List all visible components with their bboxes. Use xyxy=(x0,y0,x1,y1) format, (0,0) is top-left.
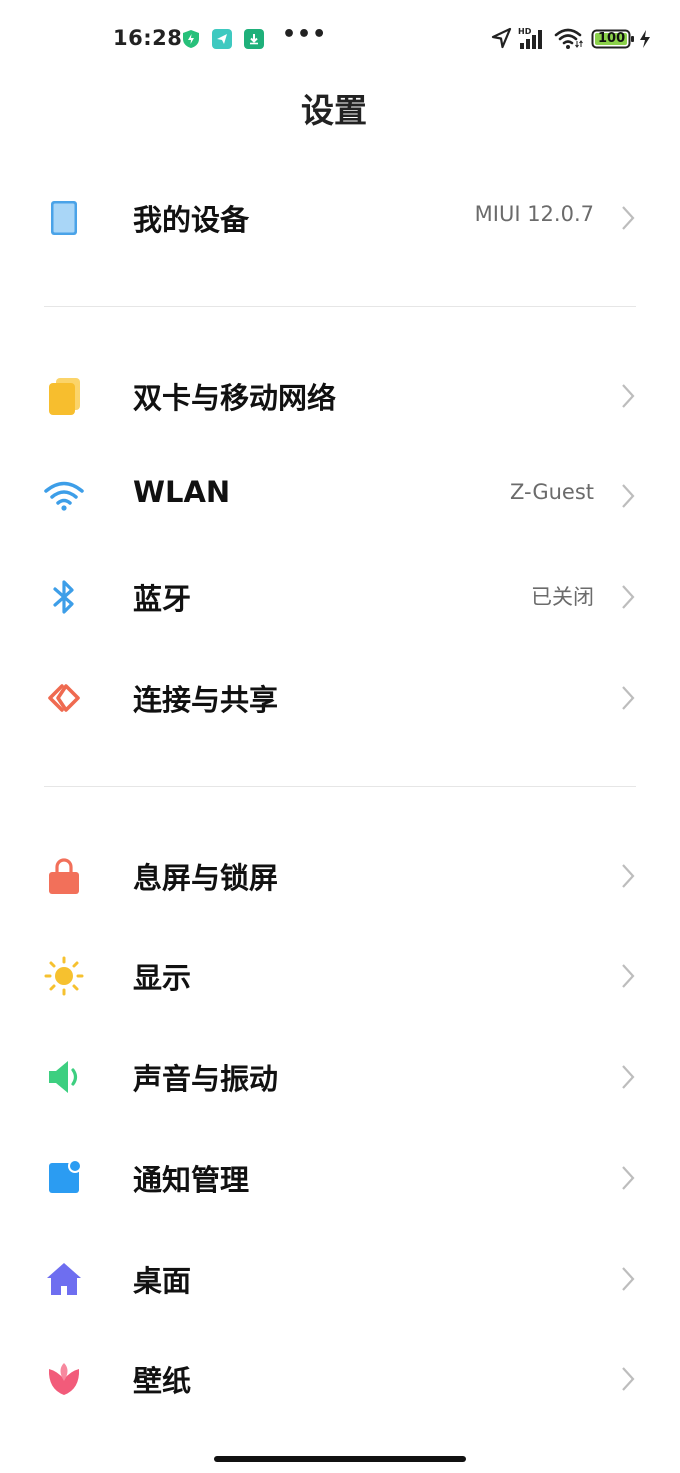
settings-item-lock-screen[interactable]: 息屏与锁屏 xyxy=(0,826,680,926)
wifi-status-icon xyxy=(554,26,584,52)
settings-item-wlan[interactable]: WLAN Z-Guest xyxy=(0,446,680,546)
battery-level-text: 100 xyxy=(598,31,626,46)
status-bar: 16:28 ••• HD 100 xyxy=(0,0,680,78)
settings-item-value: 已关闭 xyxy=(531,585,594,609)
notification-icon xyxy=(44,1158,84,1198)
flower-icon xyxy=(44,1359,84,1399)
cellular-signal-icon: HD xyxy=(518,26,548,52)
chevron-right-icon xyxy=(620,204,636,232)
chevron-right-icon xyxy=(620,684,636,712)
settings-item-value: MIUI 12.0.7 xyxy=(474,202,594,226)
chevron-right-icon xyxy=(620,1063,636,1091)
device-icon xyxy=(44,198,84,238)
wifi-icon xyxy=(44,476,84,516)
settings-item-value: Z-Guest xyxy=(509,480,594,504)
paper-plane-app-icon xyxy=(212,29,232,49)
settings-item-my-device[interactable]: 我的设备 MIUI 12.0.7 xyxy=(0,168,680,268)
chevron-right-icon xyxy=(620,1265,636,1293)
settings-item-notifications[interactable]: 通知管理 xyxy=(0,1128,680,1228)
section-divider xyxy=(44,306,636,307)
chevron-right-icon xyxy=(620,583,636,611)
settings-item-connection-share[interactable]: 连接与共享 xyxy=(0,648,680,748)
network-badge: HD xyxy=(518,27,532,36)
home-icon xyxy=(44,1259,84,1299)
chevron-right-icon xyxy=(620,1365,636,1393)
download-app-icon xyxy=(244,29,264,49)
settings-item-sound[interactable]: 声音与振动 xyxy=(0,1027,680,1127)
status-time: 16:28 xyxy=(113,26,183,50)
sim-card-icon xyxy=(44,376,84,416)
settings-item-label: 桌面 xyxy=(133,1264,192,1298)
bluetooth-icon xyxy=(44,577,84,617)
settings-item-display[interactable]: 显示 xyxy=(0,926,680,1026)
location-icon xyxy=(490,26,512,52)
settings-item-label: 连接与共享 xyxy=(133,683,279,717)
settings-item-label: 息屏与锁屏 xyxy=(133,861,279,895)
page-title: 设置 xyxy=(301,91,367,130)
chevron-right-icon xyxy=(620,382,636,410)
connection-share-icon xyxy=(44,678,84,718)
settings-item-label: 显示 xyxy=(133,961,192,995)
chevron-right-icon xyxy=(620,962,636,990)
charging-icon xyxy=(638,29,652,55)
settings-item-label: 我的设备 xyxy=(133,203,250,237)
settings-item-label: 双卡与移动网络 xyxy=(133,381,337,415)
settings-item-label: 壁纸 xyxy=(133,1364,192,1398)
settings-item-label: 蓝牙 xyxy=(133,582,192,616)
sun-icon xyxy=(44,956,84,996)
speaker-icon xyxy=(44,1057,84,1097)
chevron-right-icon xyxy=(620,482,636,510)
settings-item-wallpaper[interactable]: 壁纸 xyxy=(0,1329,680,1429)
settings-item-bluetooth[interactable]: 蓝牙 已关闭 xyxy=(0,547,680,647)
home-indicator-bar[interactable] xyxy=(214,1456,466,1462)
settings-item-home-screen[interactable]: 桌面 xyxy=(0,1229,680,1329)
settings-item-label: 通知管理 xyxy=(133,1163,250,1197)
lock-icon xyxy=(44,856,84,896)
settings-item-label: 声音与振动 xyxy=(133,1062,279,1096)
more-notifications-icon: ••• xyxy=(282,22,328,47)
chevron-right-icon xyxy=(620,1164,636,1192)
settings-item-sim-network[interactable]: 双卡与移动网络 xyxy=(0,346,680,446)
settings-item-label: WLAN xyxy=(133,475,231,509)
shield-app-icon xyxy=(181,29,201,49)
chevron-right-icon xyxy=(620,862,636,890)
section-divider xyxy=(44,786,636,787)
